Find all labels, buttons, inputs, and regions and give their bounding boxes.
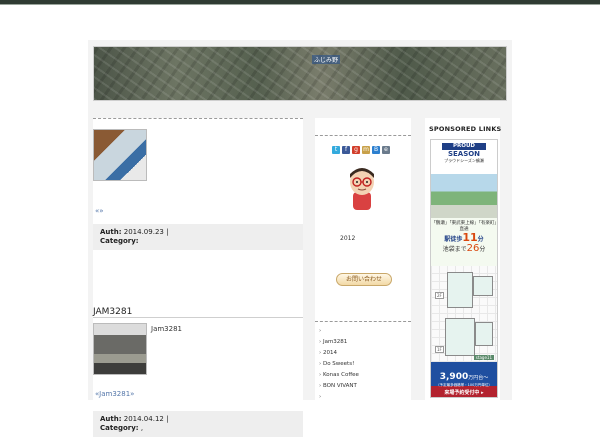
list-item[interactable]: [319, 326, 359, 337]
post-thumbnail[interactable]: [93, 129, 147, 181]
real-estate-ad-banner[interactable]: PROUD SEASON プラウドシーズン鶴瀬 「鶴瀬」「東武東上線」「有楽町」…: [430, 139, 498, 398]
post-meta: Auth: 2014.09.23 | Category:: [93, 224, 303, 250]
floor-plan-room: [445, 318, 475, 356]
mixi-icon[interactable]: m: [362, 146, 370, 154]
auth-label: Auth:: [100, 415, 122, 423]
facebook-icon[interactable]: f: [342, 146, 350, 154]
floor-plan-room: [475, 322, 493, 346]
profile-year: 2012: [340, 235, 356, 242]
ad-floor-plan: 2F 1F stage11: [431, 266, 497, 362]
post-date: 2014.04.12 |: [123, 415, 169, 423]
ad-brand-sub: プラウドシーズン鶴瀬: [444, 158, 484, 163]
category-label: Category:: [100, 237, 139, 245]
ad-floor-label: 1F: [435, 346, 444, 353]
list-item[interactable]: 2014: [319, 348, 359, 359]
post-title[interactable]: JAM3281: [93, 307, 132, 317]
ad-access-info: 「鶴瀬」「東武東上線」「有楽町」直通 駅徒歩11分 池袋まで26分: [431, 218, 497, 266]
post-pager-link[interactable]: «»: [95, 207, 104, 215]
avatar: [350, 168, 374, 210]
ad-brand-name: SEASON: [447, 150, 481, 158]
main-column: «» Auth: 2014.09.23 | Category: JAM3281 …: [93, 118, 303, 437]
ad-ikebukuro-time: 池袋まで26分: [431, 244, 497, 254]
sponsored-links-title: SPONSORED LINKS: [429, 125, 502, 133]
google-plus-icon[interactable]: g: [352, 146, 360, 154]
contact-button[interactable]: お問い合わせ: [336, 273, 392, 286]
top-bar: [0, 0, 600, 5]
ad-stage-tag: stage11: [473, 355, 494, 360]
sidebar-divider: [315, 135, 411, 136]
post-date: 2014.09.23 |: [123, 228, 169, 236]
ad-ike-unit: 分: [479, 246, 486, 253]
list-item[interactable]: BON VIVANT: [319, 381, 359, 392]
ad-price-unit: 万円台～: [468, 375, 489, 381]
sidebar-link-list: Jam3281 2014 Do Sweets! Konas Coffee BON…: [319, 326, 359, 403]
floor-plan-room: [473, 276, 493, 296]
ad-ike-minutes: 26: [466, 243, 480, 254]
post-pager-link[interactable]: «Jam3281»: [95, 390, 134, 398]
sponsored-sidebar: SPONSORED LINKS PROUD SEASON プラウドシーズン鶴瀬 …: [425, 118, 502, 400]
share-buttons: t f g m B e: [332, 146, 390, 154]
auth-label: Auth:: [100, 228, 122, 236]
post-title-rule: [93, 317, 303, 318]
hatena-icon[interactable]: B: [372, 146, 380, 154]
post-thumbnail[interactable]: [93, 323, 147, 375]
category-value[interactable]: ,: [141, 424, 143, 432]
ad-walk-unit: 分: [477, 236, 484, 243]
ad-brand: PROUD SEASON プラウドシーズン鶴瀬: [431, 143, 497, 174]
ad-walk-time: 駅徒歩11分: [431, 232, 497, 244]
header-map-banner[interactable]: ふじみ野: [93, 46, 507, 101]
ad-brand-top: PROUD: [442, 143, 486, 150]
page-wrapper: ふじみ野 «» Auth: 2014.09.23 | Category: JAM…: [88, 40, 512, 437]
post-caption: Jam3281: [151, 325, 182, 333]
twitter-icon[interactable]: t: [332, 146, 340, 154]
list-item[interactable]: Konas Coffee: [319, 370, 359, 381]
category-label: Category:: [100, 424, 139, 432]
list-item[interactable]: Do Sweets!: [319, 359, 359, 370]
sidebar-divider: [315, 321, 411, 322]
ad-ike-label: 池袋まで: [442, 246, 467, 253]
ad-price-value: 3,900: [439, 372, 469, 382]
list-item[interactable]: [319, 392, 359, 403]
ad-floor-label: 2F: [435, 292, 444, 299]
evernote-icon[interactable]: e: [382, 146, 390, 154]
list-item[interactable]: Jam3281: [319, 337, 359, 348]
sidebar: t f g m B e 2012 お問い合わせ Jam3281 2014 Do …: [315, 118, 411, 400]
post-meta: Auth: 2014.04.12 | Category: ,: [93, 411, 303, 437]
ad-price: 3,900万円台～ （予定最多価格帯・100万円単位）: [431, 362, 497, 387]
floor-plan-room: [447, 272, 473, 308]
ad-photo: [431, 174, 497, 218]
main-divider: [93, 118, 303, 119]
map-location-tag: ふじみ野: [312, 55, 341, 64]
ad-walk-label: 駅徒歩: [444, 236, 463, 243]
